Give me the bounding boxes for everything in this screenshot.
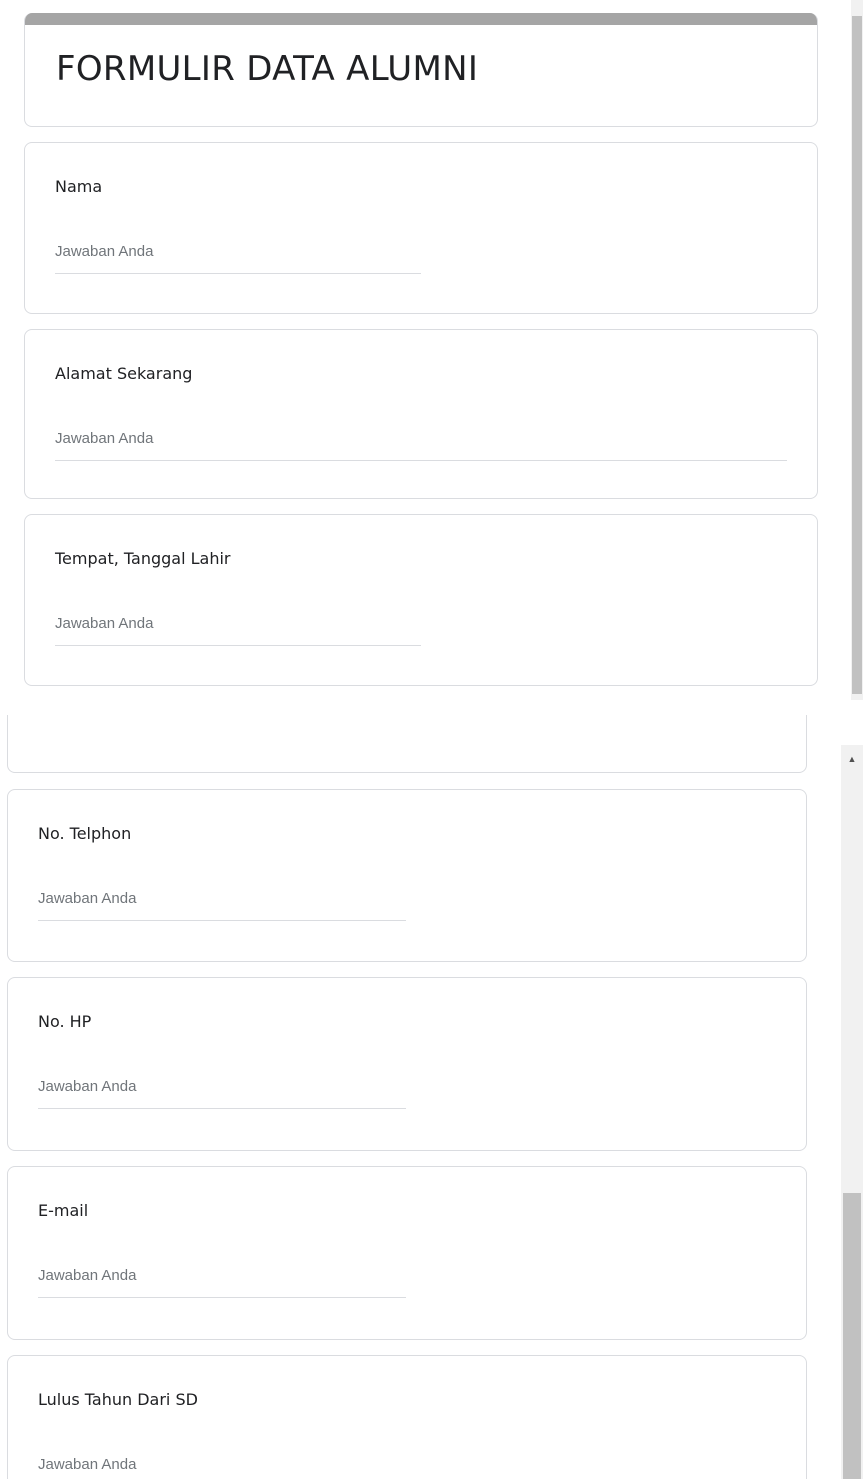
question-card-hp: No. HP Jawaban Anda [7, 977, 807, 1151]
form-title-card: FORMULIR DATA ALUMNI [24, 13, 818, 127]
question-card-alamat: Alamat Sekarang Jawaban Anda [24, 329, 818, 499]
answer-input-lulus-sd[interactable]: Jawaban Anda [38, 1456, 406, 1479]
scrollbar-bottom[interactable]: ▲ [841, 745, 863, 1479]
question-card-telphon: No. Telphon Jawaban Anda [7, 789, 807, 962]
question-label: Nama [55, 177, 103, 196]
scrollbar-thumb[interactable] [852, 16, 862, 694]
question-label: Alamat Sekarang [55, 364, 193, 383]
answer-input-alamat[interactable]: Jawaban Anda [55, 430, 787, 461]
answer-placeholder: Jawaban Anda [38, 1456, 137, 1473]
answer-input-hp[interactable]: Jawaban Anda [38, 1078, 406, 1109]
question-card-ttl: Tempat, Tanggal Lahir Jawaban Anda [24, 514, 818, 686]
answer-placeholder: Jawaban Anda [55, 430, 154, 447]
question-card-lulus-sd: Lulus Tahun Dari SD Jawaban Anda [7, 1355, 807, 1479]
question-card-email: E-mail Jawaban Anda [7, 1166, 807, 1340]
answer-input-telphon[interactable]: Jawaban Anda [38, 890, 406, 921]
answer-placeholder: Jawaban Anda [38, 1267, 137, 1284]
answer-input-email[interactable]: Jawaban Anda [38, 1267, 406, 1298]
form-title: FORMULIR DATA ALUMNI [56, 49, 479, 89]
question-label: Tempat, Tanggal Lahir [55, 549, 231, 568]
answer-input-nama[interactable]: Jawaban Anda [55, 243, 421, 274]
answer-input-ttl[interactable]: Jawaban Anda [55, 615, 421, 646]
form-view-bottom: No. Telphon Jawaban Anda No. HP Jawaban … [0, 715, 863, 1479]
question-label: No. HP [38, 1012, 92, 1031]
scroll-up-arrow-icon[interactable]: ▲ [841, 753, 863, 765]
question-label: No. Telphon [38, 824, 132, 843]
answer-placeholder: Jawaban Anda [55, 615, 154, 632]
question-label: E-mail [38, 1201, 89, 1220]
question-card-partial [7, 715, 807, 773]
answer-placeholder: Jawaban Anda [38, 1078, 137, 1095]
answer-placeholder: Jawaban Anda [38, 890, 137, 907]
form-view-top: FORMULIR DATA ALUMNI Nama Jawaban Anda A… [0, 0, 863, 700]
answer-placeholder: Jawaban Anda [55, 243, 154, 260]
scrollbar-top[interactable] [851, 0, 863, 700]
question-label: Lulus Tahun Dari SD [38, 1390, 198, 1409]
title-accent-bar [25, 13, 817, 25]
scrollbar-thumb[interactable] [843, 1193, 861, 1479]
question-card-nama: Nama Jawaban Anda [24, 142, 818, 314]
